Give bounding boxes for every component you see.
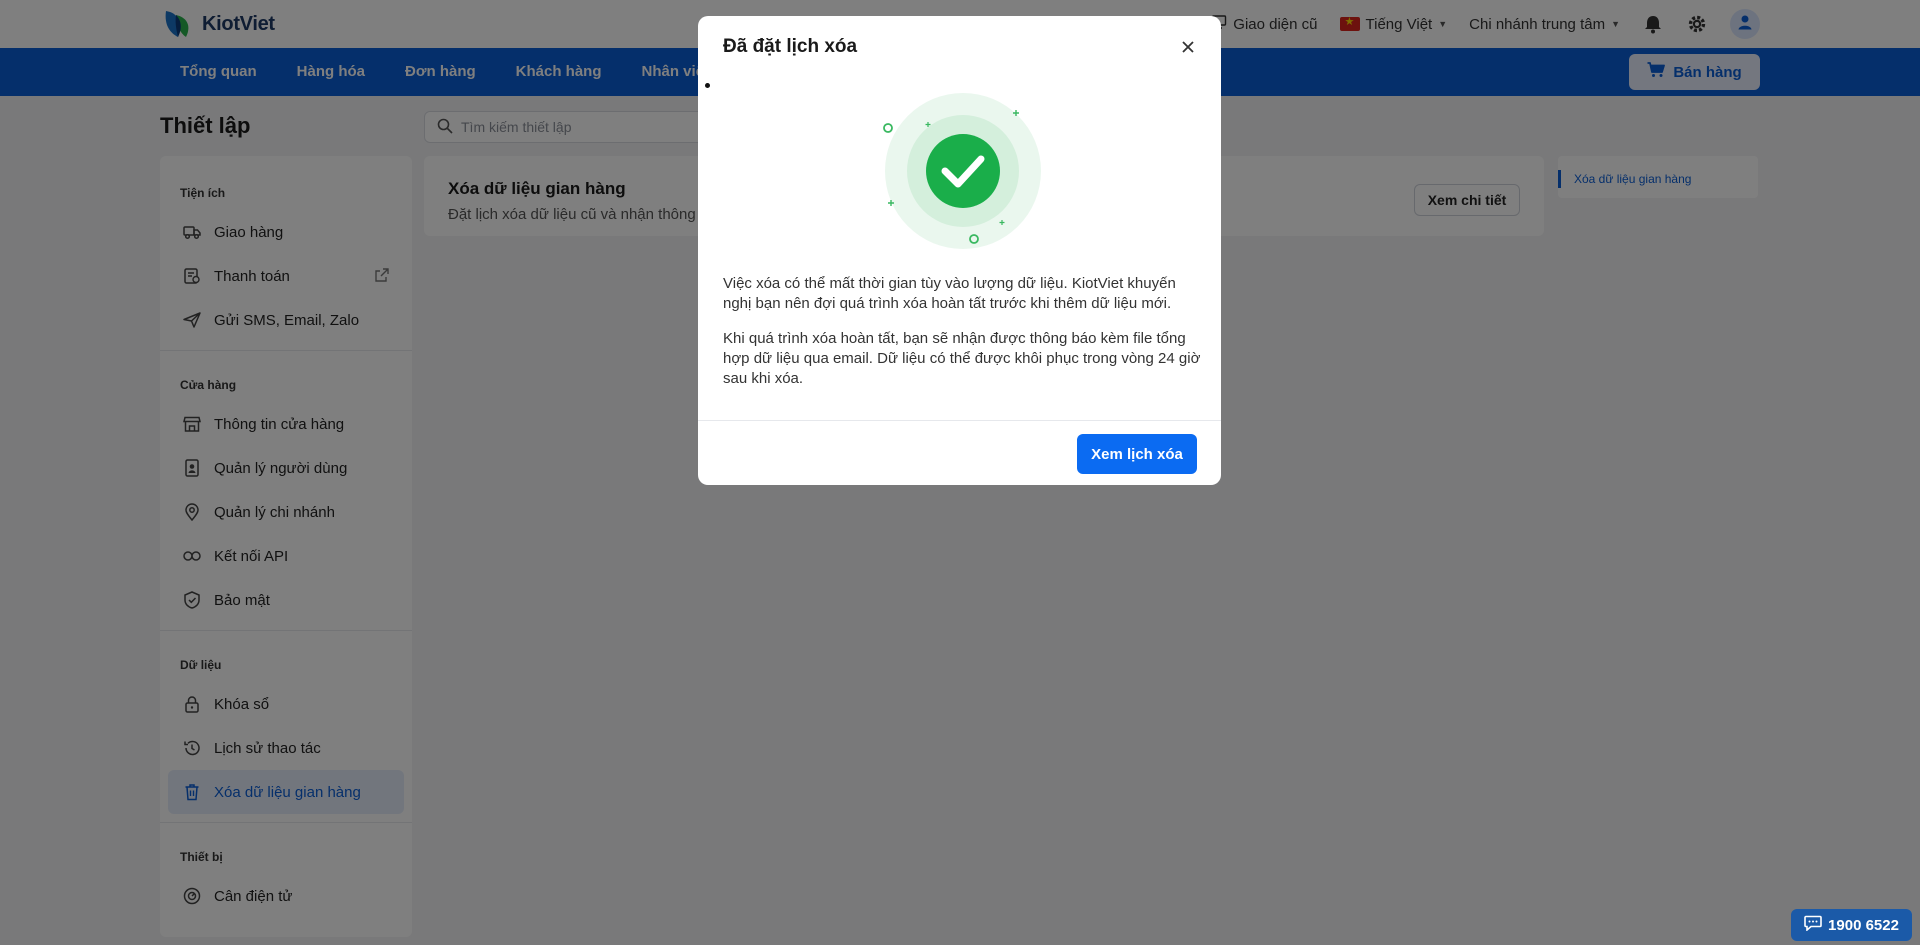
close-icon[interactable] [1177,36,1199,58]
chat-icon [1804,915,1822,935]
modal-body: Việc xóa có thể mất thời gian tùy vào lư… [723,274,1201,389]
support-hotline-button[interactable]: 1900 6522 [1791,909,1912,941]
modal-footer-divider [698,420,1221,421]
modal-paragraph-1: Việc xóa có thể mất thời gian tùy vào lư… [723,275,1176,312]
view-deletion-schedule-button[interactable]: Xem lịch xóa [1077,434,1197,474]
modal-paragraph-2: Khi quá trình xóa hoàn tất, bạn sẽ nhận … [723,330,1201,387]
check-circle-icon [926,134,1000,208]
success-illustration [868,86,1058,256]
support-phone: 1900 6522 [1828,916,1899,934]
deletion-scheduled-modal: Đã đặt lịch xóa Việc xóa có thể mất thời… [698,16,1221,485]
modal-title: Đã đặt lịch xóa [723,36,858,57]
bullet-dot [705,83,710,88]
